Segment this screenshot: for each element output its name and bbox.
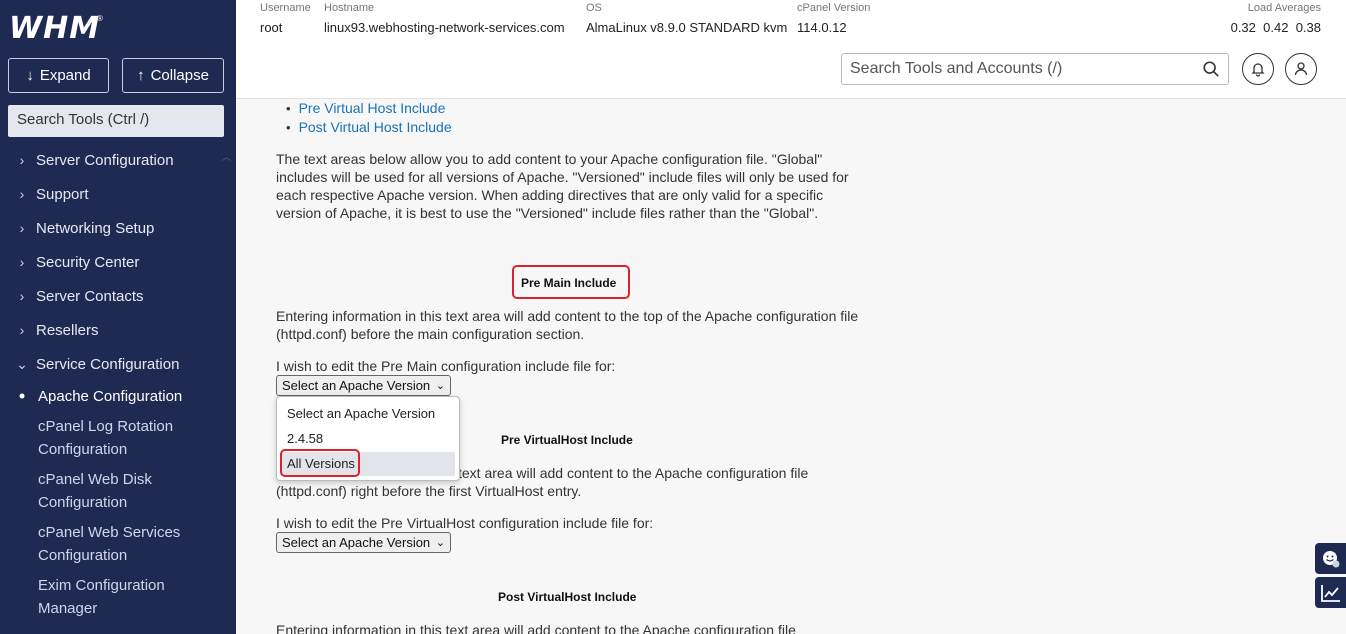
hostname-stat: Hostname linux93.webhosting-network-serv… bbox=[324, 1, 565, 38]
load-averages-label: Load Averages bbox=[1247, 2, 1321, 14]
sidebar-subitem-cpanel-web-disk[interactable]: cPanel Web Disk Configuration bbox=[38, 468, 228, 514]
pre-vhost-description-line1: text area will add content to the Apache… bbox=[458, 465, 809, 481]
notifications-button[interactable] bbox=[1242, 53, 1274, 85]
sidebar-subitem-cpanel-log-rotation[interactable]: cPanel Log Rotation Configuration bbox=[38, 415, 228, 461]
load-averages-stat: Load Averages 0.32 0.42 0.38 bbox=[1231, 1, 1321, 38]
sidebar-item-label: Server Contacts bbox=[36, 287, 144, 305]
bullet-icon: • bbox=[18, 385, 26, 406]
load-1: 0.32 bbox=[1230, 20, 1256, 35]
chevron-down-icon: ⌄ bbox=[435, 380, 445, 392]
chevron-right-icon: › bbox=[19, 322, 25, 338]
bell-icon bbox=[1251, 63, 1265, 77]
top-header: Username root Hostname linux93.webhostin… bbox=[236, 0, 1346, 99]
pre-vhost-title: Pre VirtualHost Include bbox=[501, 433, 633, 447]
hostname-label: Hostname bbox=[324, 2, 375, 14]
sidebar-item-apache-configuration[interactable]: • Apache Configuration bbox=[0, 379, 236, 413]
cpanel-version-label: cPanel Version bbox=[797, 2, 871, 14]
sidebar-item-resellers[interactable]: › Resellers bbox=[0, 313, 236, 347]
pre-vhost-version-select[interactable]: Select an Apache Version ⌄ bbox=[276, 532, 451, 553]
expand-label: Expand bbox=[39, 67, 91, 84]
pre-main-version-select[interactable]: Select an Apache Version ⌄ bbox=[276, 375, 451, 396]
version-dropdown-menu: Select an Apache Version 2.4.58 All Vers… bbox=[276, 396, 460, 481]
sidebar-item-server-contacts[interactable]: › Server Contacts bbox=[0, 279, 236, 313]
chevron-right-icon: › bbox=[19, 220, 25, 236]
chevron-right-icon: › bbox=[19, 254, 25, 270]
select-value: Select an Apache Version bbox=[282, 378, 431, 393]
username-label: Username bbox=[260, 2, 311, 14]
hostname-value: linux93.webhosting-network-services.com bbox=[324, 20, 565, 35]
sidebar-item-security-center[interactable]: › Security Center bbox=[0, 245, 236, 279]
pre-main-prompt: I wish to edit the Pre Main configuratio… bbox=[276, 358, 616, 374]
sidebar-subitem-exim-configuration[interactable]: Exim Configuration Manager bbox=[38, 574, 228, 620]
sidebar-item-support[interactable]: › Support bbox=[0, 177, 236, 211]
collapse-label: Collapse bbox=[150, 67, 209, 84]
tools-accounts-search-input[interactable]: Search Tools and Accounts (/) bbox=[841, 53, 1229, 85]
select-value: Select an Apache Version bbox=[282, 535, 431, 550]
load-3: 0.38 bbox=[1295, 20, 1321, 35]
intro-text: The text areas below allow you to add co… bbox=[276, 151, 849, 221]
expand-button[interactable]: ↓ Expand bbox=[8, 58, 109, 93]
chevron-right-icon: › bbox=[19, 288, 25, 304]
sidebar-search-input[interactable]: Search Tools (Ctrl /) bbox=[8, 105, 224, 137]
sidebar: WHM ® ↓ Expand ↑ Collapse Search Tools (… bbox=[0, 0, 236, 634]
post-vhost-description: Entering information in this text area w… bbox=[276, 622, 796, 634]
search-placeholder: Search Tools and Accounts (/) bbox=[850, 60, 1063, 77]
sidebar-item-label: Apache Configuration bbox=[38, 387, 183, 405]
sidebar-item-networking-setup[interactable]: › Networking Setup bbox=[0, 211, 236, 245]
option-select-version[interactable]: Select an Apache Version bbox=[287, 406, 435, 421]
sidebar-item-label: Support bbox=[36, 185, 89, 203]
arrow-up-icon: ↑ bbox=[137, 67, 145, 84]
main-content: Pre Virtual Host Include Post Virtual Ho… bbox=[236, 99, 1346, 634]
load-averages-values: 0.32 0.42 0.38 bbox=[1231, 18, 1321, 38]
pre-vhost-prompt: I wish to edit the Pre VirtualHost confi… bbox=[276, 515, 654, 531]
sidebar-item-label: Server Configuration bbox=[36, 151, 174, 169]
collapse-button[interactable]: ↑ Collapse bbox=[122, 58, 224, 93]
smiley-icon bbox=[1322, 550, 1339, 567]
link-pre-virtual-host-include[interactable]: Pre Virtual Host Include bbox=[286, 99, 452, 118]
cpanel-version-stat: cPanel Version 114.0.12 bbox=[797, 1, 870, 38]
sidebar-item-label: Resellers bbox=[36, 321, 99, 339]
chevron-right-icon: › bbox=[19, 186, 25, 202]
chevron-down-icon: ⌄ bbox=[435, 537, 445, 549]
feedback-widget-button[interactable] bbox=[1315, 543, 1346, 574]
username-stat: Username root bbox=[260, 1, 311, 38]
whm-logo[interactable]: WHM bbox=[9, 11, 100, 46]
os-label: OS bbox=[586, 2, 602, 14]
pre-main-description: Entering information in this text area w… bbox=[276, 308, 859, 342]
user-menu-button[interactable] bbox=[1285, 53, 1317, 85]
pre-vhost-description-line2: (httpd.conf) right before the first Virt… bbox=[276, 483, 582, 499]
cpanel-version-value: 114.0.12 bbox=[797, 20, 847, 35]
os-stat: OS AlmaLinux v8.9.0 STANDARD kvm bbox=[586, 1, 787, 38]
chevron-down-icon: ⌄ bbox=[16, 355, 28, 372]
analytics-widget-button[interactable] bbox=[1315, 577, 1346, 608]
sidebar-item-label: Security Center bbox=[36, 253, 140, 271]
user-icon bbox=[1294, 62, 1308, 76]
all-versions-highlight bbox=[280, 449, 360, 477]
sidebar-subitem-cpanel-web-services[interactable]: cPanel Web Services Configuration bbox=[38, 521, 228, 567]
search-icon[interactable] bbox=[1202, 60, 1220, 78]
chevron-right-icon: › bbox=[19, 152, 25, 168]
sidebar-item-label: Networking Setup bbox=[36, 219, 155, 237]
load-2: 0.42 bbox=[1263, 20, 1289, 35]
sidebar-item-service-configuration[interactable]: ⌄ Service Configuration bbox=[0, 347, 236, 381]
include-links: Pre Virtual Host Include Post Virtual Ho… bbox=[286, 99, 452, 137]
os-value: AlmaLinux v8.9.0 STANDARD kvm bbox=[586, 20, 788, 35]
registered-mark: ® bbox=[97, 14, 103, 23]
username-value: root bbox=[260, 20, 283, 35]
option-2-4-58[interactable]: 2.4.58 bbox=[287, 431, 323, 446]
arrow-down-icon: ↓ bbox=[26, 67, 34, 84]
sidebar-item-label: Service Configuration bbox=[36, 355, 180, 373]
pre-main-title: Pre Main Include bbox=[521, 276, 617, 290]
sidebar-item-server-configuration[interactable]: › Server Configuration bbox=[0, 143, 236, 177]
link-post-virtual-host-include[interactable]: Post Virtual Host Include bbox=[286, 118, 452, 137]
post-vhost-title: Post VirtualHost Include bbox=[498, 590, 637, 604]
chart-trend-icon bbox=[1320, 584, 1340, 602]
